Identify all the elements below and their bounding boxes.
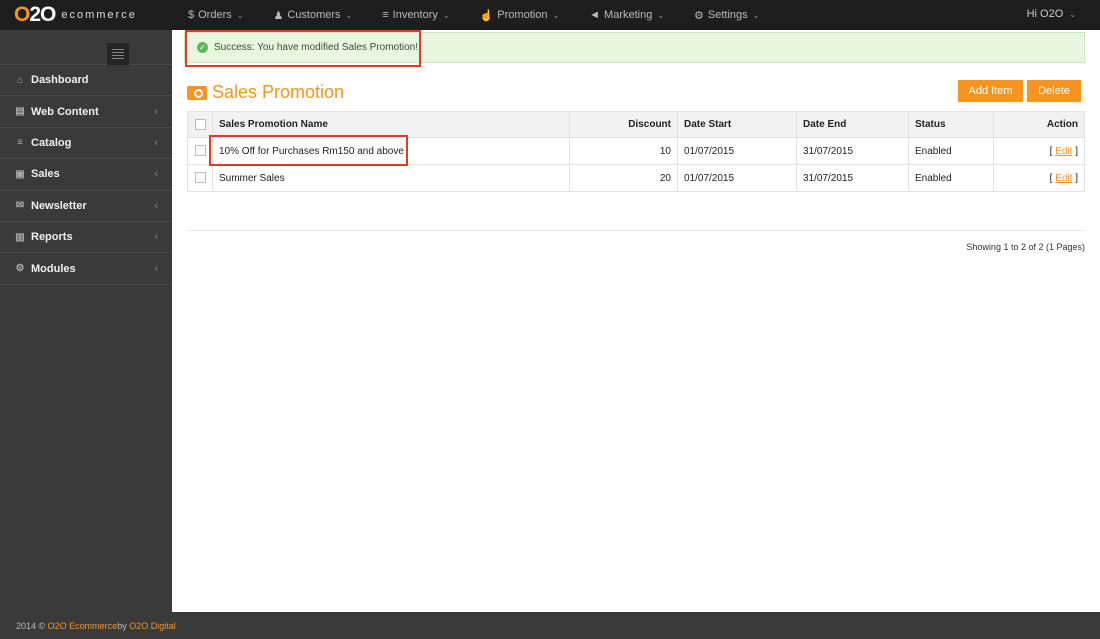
sidebar-item-dashboard[interactable]: ⌂ Dashboard	[0, 65, 172, 97]
date-start: 01/07/2015	[677, 164, 797, 192]
cart-icon: ≡	[382, 9, 389, 21]
discount-value: 10	[569, 137, 678, 165]
topnav-settings[interactable]: ⚙ Settings ⌄	[694, 9, 759, 22]
chevron-down-icon: ⌄	[442, 10, 450, 20]
status: Enabled	[908, 137, 994, 165]
chevron-left-icon: ‹	[154, 231, 158, 244]
column-header-discount[interactable]: Discount	[569, 111, 678, 138]
chevron-down-icon: ⌄	[657, 10, 665, 20]
sidebar-item-newsletter[interactable]: ✉ Newsletter ‹	[0, 191, 172, 222]
success-alert: ✓ Success: You have modified Sales Promo…	[184, 32, 1085, 63]
column-header-action: Action	[993, 111, 1085, 138]
date-end: 31/07/2015	[796, 137, 909, 165]
sidebar-item-sales[interactable]: ▣ Sales ‹	[0, 159, 172, 191]
sidebar-item-catalog[interactable]: ≡ Catalog ‹	[0, 128, 172, 160]
bar-chart-icon: ▥	[15, 231, 25, 243]
bullhorn-icon: ◄	[589, 9, 601, 21]
agency-link[interactable]: O2O Digital	[129, 621, 176, 631]
sidebar-item-web-content[interactable]: ▤ Web Content ‹	[0, 96, 172, 128]
gears-icon: ⚙	[694, 9, 704, 22]
column-header-date-start[interactable]: Date Start	[677, 111, 797, 138]
topnav-promotion[interactable]: ☝ Promotion ⌄	[480, 9, 560, 22]
chevron-down-icon: ⌄	[345, 10, 353, 20]
column-header-date-end[interactable]: Date End	[796, 111, 909, 138]
table-row: 10% Off for Purchases Rm150 and above 10…	[187, 137, 1085, 165]
column-header-name[interactable]: Sales Promotion Name	[212, 111, 570, 138]
money-icon: ▣	[15, 168, 25, 180]
chevron-left-icon: ‹	[154, 199, 158, 212]
chevron-down-icon: ⌄	[236, 10, 244, 20]
company-link[interactable]: O2O Ecommerce	[48, 621, 118, 631]
dollar-icon: $	[188, 9, 195, 21]
sidebar-item-reports[interactable]: ▥ Reports ‹	[0, 222, 172, 254]
topnav-marketing[interactable]: ◄ Marketing ⌄	[589, 9, 664, 21]
chevron-left-icon: ‹	[154, 136, 158, 149]
edit-link[interactable]: Edit	[1055, 173, 1072, 184]
logo-mark: O2O	[14, 3, 56, 26]
chevron-down-icon: ⌄	[552, 10, 560, 20]
logo-text: ecommerce	[61, 9, 137, 21]
sales-promotion-table: Sales Promotion Name Discount Date Start…	[187, 111, 1085, 192]
add-item-button[interactable]: Add Item	[958, 80, 1023, 102]
gear-icon: ⚙	[15, 263, 25, 275]
divider	[187, 230, 1085, 231]
top-navbar: O2O ecommerce $ Orders ⌄ ♟ Customers ⌄ ≡ Inve…	[0, 0, 1100, 30]
chevron-down-icon: ⌄	[752, 10, 760, 20]
chevron-left-icon: ‹	[154, 262, 158, 275]
sidebar: ⌂ Dashboard ▤ Web Content ‹ ≡ Catalog ‹ ▣ Sale…	[0, 30, 172, 612]
envelope-icon: ✉	[15, 200, 25, 212]
edit-link[interactable]: Edit	[1055, 146, 1072, 157]
page-title: Sales Promotion	[187, 82, 344, 103]
date-start: 01/07/2015	[677, 137, 797, 165]
status: Enabled	[908, 164, 994, 192]
row-checkbox[interactable]	[194, 172, 206, 184]
user-icon: ♟	[273, 9, 284, 22]
promotion-name: 10% Off for Purchases Rm150 and above	[212, 137, 570, 165]
table-row: Summer Sales 20 01/07/2015 31/07/2015 En…	[187, 164, 1085, 192]
user-menu[interactable]: Hi O2O ⌄	[1027, 0, 1076, 28]
alert-message: Success: You have modified Sales Promoti…	[214, 42, 419, 53]
chevron-down-icon: ⌄	[1069, 9, 1076, 19]
topnav-inventory[interactable]: ≡ Inventory ⌄	[382, 9, 449, 21]
sidebar-toggle-button[interactable]	[107, 43, 129, 65]
chevron-left-icon: ‹	[154, 105, 158, 118]
top-menu: $ Orders ⌄ ♟ Customers ⌄ ≡ Inventory ⌄ ☝ Promot…	[188, 0, 789, 30]
column-header-status[interactable]: Status	[908, 111, 994, 138]
thumbs-up-icon: ☝	[479, 9, 494, 22]
pagination-info: Showing 1 to 2 of 2 (1 Pages)	[966, 242, 1085, 252]
table-header-row: Sales Promotion Name Discount Date Start…	[187, 111, 1085, 138]
home-icon: ⌂	[16, 74, 24, 86]
topnav-customers[interactable]: ♟ Customers ⌄	[273, 9, 352, 22]
chevron-left-icon: ‹	[154, 168, 158, 181]
date-end: 31/07/2015	[796, 164, 909, 192]
sidebar-item-modules[interactable]: ⚙ Modules ‹	[0, 253, 172, 285]
topnav-orders[interactable]: $ Orders ⌄	[188, 9, 243, 21]
footer: 2014 © O2O Ecommerce by O2O Digital	[0, 612, 1100, 639]
discount-value: 20	[569, 164, 678, 192]
money-icon	[187, 85, 207, 100]
promotion-name: Summer Sales	[212, 164, 570, 192]
cart-icon: ≡	[17, 137, 23, 149]
main-content: ✓ Success: You have modified Sales Promo…	[172, 30, 1100, 612]
delete-button[interactable]: Delete	[1027, 80, 1081, 102]
select-all-checkbox[interactable]	[194, 118, 206, 130]
check-circle-icon: ✓	[197, 42, 208, 53]
row-checkbox[interactable]	[194, 145, 206, 157]
logo[interactable]: O2O ecommerce	[14, 3, 137, 26]
book-icon: ▤	[15, 106, 25, 118]
